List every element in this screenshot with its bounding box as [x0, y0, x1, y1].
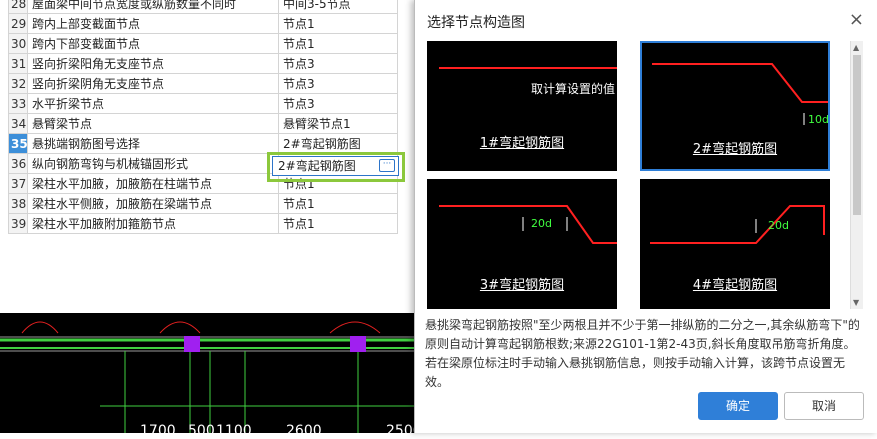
option-panel-2[interactable]: 10d 2#弯起钢筋图 [640, 41, 830, 171]
dimension-label: 1700 [140, 423, 176, 439]
option-4-note: 20d [768, 219, 789, 232]
property-value[interactable]: 节点3 [278, 93, 398, 114]
row-number: 38 [8, 193, 28, 214]
scroll-thumb[interactable] [853, 55, 861, 215]
option-1-caption: 1#弯起钢筋图 [479, 136, 565, 151]
option-2-note: 10d [808, 113, 829, 126]
property-name: 梁柱水平侧腋，加腋筋在梁端节点 [27, 193, 279, 214]
option-2-caption: 2#弯起钢筋图 [692, 142, 778, 157]
table-row[interactable]: 30 跨内下部变截面节点 节点1 [8, 33, 398, 54]
row-number: 28 [8, 0, 28, 14]
row-number: 32 [8, 73, 28, 94]
cad-canvas[interactable]: 1700 500 1100 2600 2500 [0, 313, 422, 439]
dimension-label: 2600 [286, 423, 322, 439]
property-name: 梁柱水平加腋，加腋筋在柱端节点 [27, 173, 279, 194]
table-row[interactable]: 33 水平折梁节点 节点3 [8, 93, 398, 114]
row-number: 37 [8, 173, 28, 194]
property-name: 纵向钢筋弯钩与机械锚固形式 [27, 153, 279, 174]
dialog-title: 选择节点构造图 [427, 15, 525, 31]
property-name: 水平折梁节点 [27, 93, 279, 114]
table-row[interactable]: 28 屋面梁中间节点宽度或纵筋数量不同时 中间3-5节点 [8, 0, 398, 14]
option-panel-3[interactable]: 20d 3#弯起钢筋图 [427, 179, 617, 309]
property-name: 悬挑端钢筋图号选择 [27, 133, 279, 154]
table-row[interactable]: 35 悬挑端钢筋图号选择 2#弯起钢筋图 [8, 133, 398, 154]
property-value[interactable]: 节点1 [278, 33, 398, 54]
property-value[interactable]: 中间3-5节点 [278, 0, 398, 14]
table-row[interactable]: 29 跨内上部变截面节点 节点1 [8, 13, 398, 34]
cad-drawing [0, 321, 414, 433]
property-name: 竖向折梁阳角无支座节点 [27, 53, 279, 74]
option-3-caption: 3#弯起钢筋图 [479, 278, 565, 293]
property-name: 竖向折梁阴角无支座节点 [27, 73, 279, 94]
row-number: 36 [8, 153, 28, 174]
dimension-label: 500 [188, 423, 215, 439]
dimension-label: 1100 [216, 423, 252, 439]
table-row[interactable]: 34 悬臂梁节点 悬臂梁节点1 [8, 113, 398, 134]
dialog-scrollbar[interactable]: ▲ ▼ [850, 41, 863, 309]
property-name: 梁柱水平加腋附加箍筋节点 [27, 213, 279, 234]
property-name: 悬臂梁节点 [27, 113, 279, 134]
property-table: 28 屋面梁中间节点宽度或纵筋数量不同时 中间3-5节点 29 跨内上部变截面节点 节点1… [8, 0, 398, 234]
option-4-caption: 4#弯起钢筋图 [692, 278, 778, 293]
more-options-button[interactable]: ··· [379, 159, 395, 172]
property-value[interactable]: 节点1 [278, 213, 398, 234]
select-node-dialog: 选择节点构造图 × 取计算设置的值 1#弯起钢筋图 10d 2#弯起钢筋图 20… [414, 0, 877, 433]
property-value[interactable]: 悬臂梁节点1 [278, 113, 398, 134]
scroll-down-icon[interactable]: ▼ [853, 298, 859, 307]
row-number: 39 [8, 213, 28, 234]
property-value[interactable]: 节点3 [278, 73, 398, 94]
property-value[interactable]: 节点1 [278, 13, 398, 34]
option-3-note: 20d [531, 217, 552, 230]
table-row[interactable]: 39 梁柱水平加腋附加箍筋节点 节点1 [8, 213, 398, 234]
property-name: 跨内下部变截面节点 [27, 33, 279, 54]
scroll-up-icon[interactable]: ▲ [853, 43, 859, 52]
option-panel-4[interactable]: 20d 4#弯起钢筋图 [640, 179, 830, 309]
option-1-note: 取计算设置的值 [531, 82, 616, 96]
confirm-button[interactable]: 确定 [698, 392, 778, 420]
option-panel-1[interactable]: 取计算设置的值 1#弯起钢筋图 [427, 41, 617, 171]
table-row[interactable]: 32 竖向折梁阴角无支座节点 节点3 [8, 73, 398, 94]
selected-value-field[interactable]: 2#弯起钢筋图 ··· [272, 156, 399, 176]
cancel-button[interactable]: 取消 [784, 392, 864, 420]
row-number: 35 [8, 133, 28, 154]
row-number: 34 [8, 113, 28, 134]
row-number: 30 [8, 33, 28, 54]
table-row[interactable]: 38 梁柱水平侧腋，加腋筋在梁端节点 节点1 [8, 193, 398, 214]
selected-value-text: 2#弯起钢筋图 [278, 159, 356, 173]
property-name: 跨内上部变截面节点 [27, 13, 279, 34]
property-name: 屋面梁中间节点宽度或纵筋数量不同时 [27, 0, 279, 14]
row-number: 29 [8, 13, 28, 34]
row-number: 33 [8, 93, 28, 114]
property-value[interactable]: 节点1 [278, 193, 398, 214]
dialog-description: 悬挑梁弯起钢筋按照"至少两根且并不少于第一排纵筋的二分之一,其余纵筋弯下"的原则… [425, 318, 860, 389]
close-icon[interactable]: × [849, 9, 864, 30]
table-row[interactable]: 31 竖向折梁阳角无支座节点 节点3 [8, 53, 398, 74]
property-value[interactable]: 节点3 [278, 53, 398, 74]
row-number: 31 [8, 53, 28, 74]
property-value[interactable]: 2#弯起钢筋图 [278, 133, 398, 154]
